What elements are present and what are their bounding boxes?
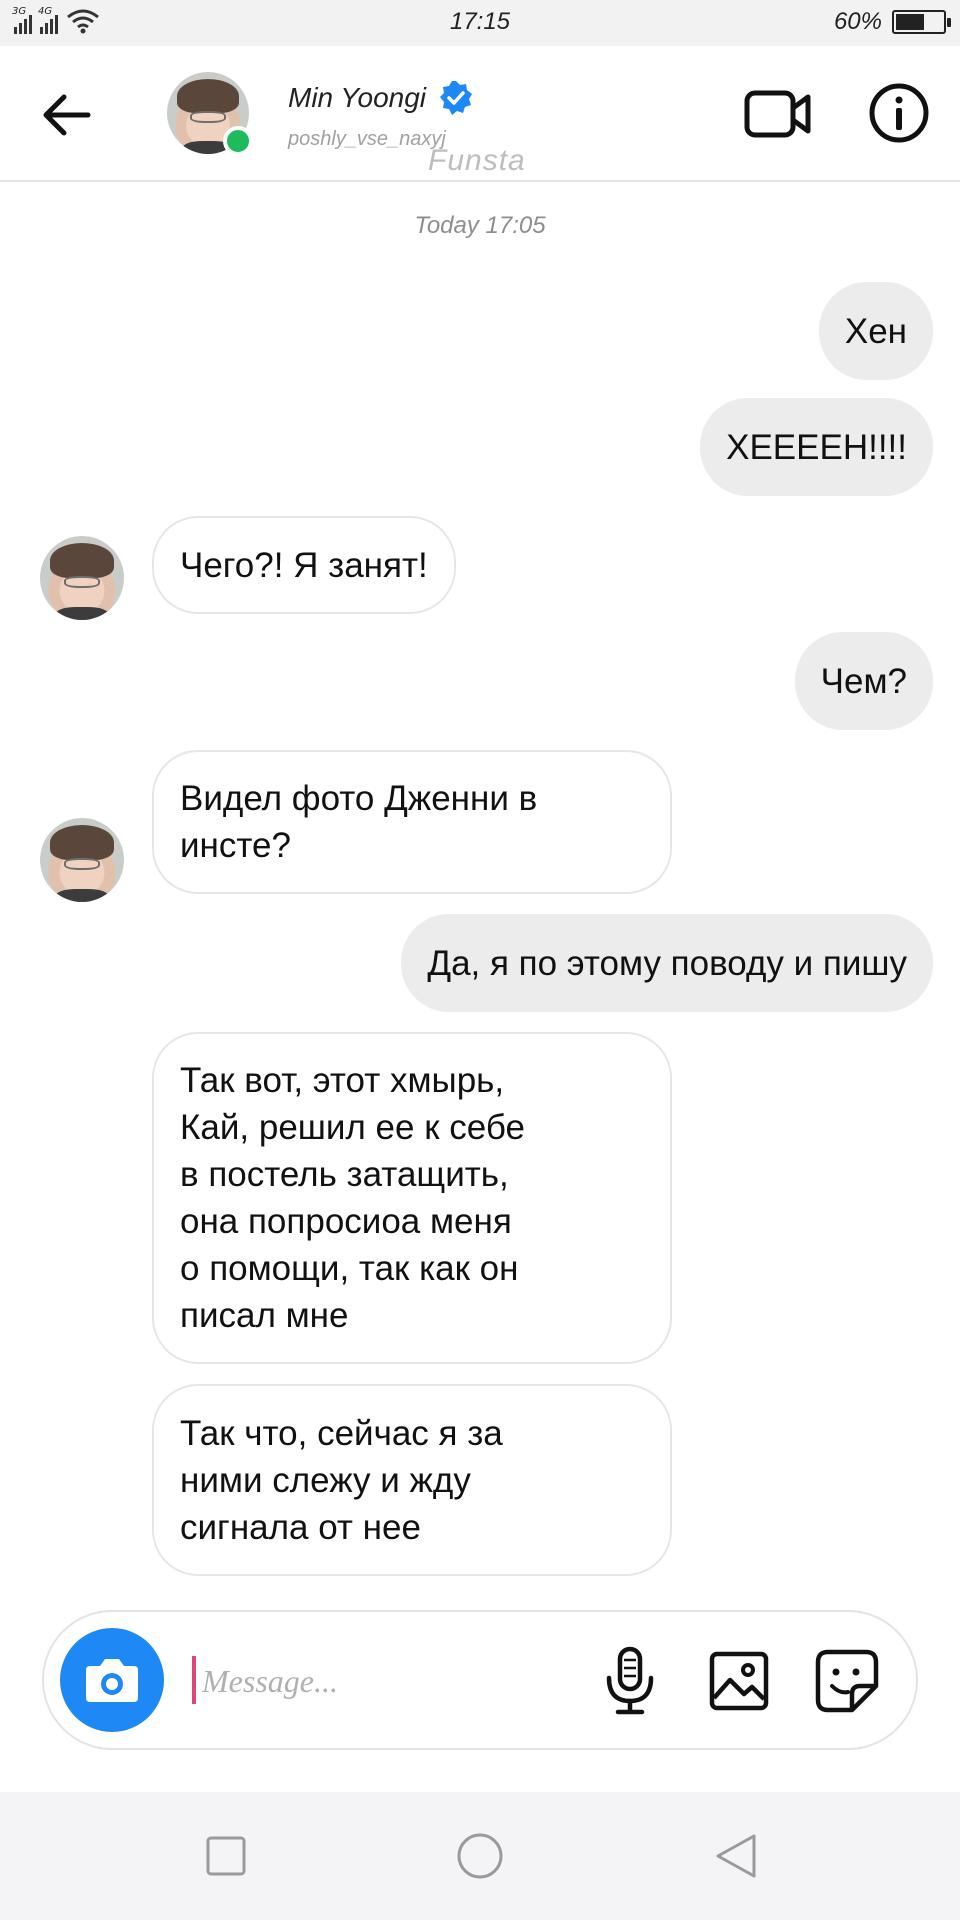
battery-fill [896, 14, 924, 30]
message-input[interactable] [192, 1650, 592, 1712]
message-line: писал мне [180, 1296, 349, 1335]
status-time: 17:15 [449, 8, 511, 35]
message-line: она попросиоа меня [180, 1202, 512, 1241]
microphone-icon[interactable] [600, 1646, 660, 1716]
message-line: в постель затащить, [180, 1155, 509, 1194]
sender-avatar[interactable] [40, 536, 124, 620]
message-line: Видел фото Дженни в [180, 779, 538, 818]
circle-icon[interactable] [456, 1832, 504, 1880]
battery-percent: 60% [833, 8, 882, 35]
message-bubble-incoming[interactable]: Чего?! Я занят! [152, 516, 456, 614]
message-bubble-incoming[interactable]: Так что, сейчас я за ними слежу и жду си… [152, 1384, 672, 1576]
message-text: ХЕЕЕЕН!!!! [726, 427, 907, 467]
battery-indicator: 60% [833, 8, 951, 36]
watermark-text: Funsta [428, 144, 526, 177]
message-text: Хен [844, 311, 907, 351]
status-bar: 3G 4G 17:15 60% [0, 0, 960, 46]
message-line: о помощи, так как он [180, 1249, 519, 1288]
message-bubble-outgoing[interactable]: Чем? [794, 632, 933, 730]
message-line: инсте? [180, 826, 291, 865]
arrow-left-icon[interactable] [38, 90, 94, 140]
video-camera-icon[interactable] [744, 86, 812, 142]
message-line: Кай, решил ее к себе [180, 1108, 525, 1147]
battery-icon [892, 10, 951, 34]
message-text: Чем? [820, 661, 907, 701]
message-composer [42, 1610, 918, 1750]
image-icon[interactable] [708, 1650, 770, 1712]
info-icon[interactable] [868, 82, 930, 144]
verified-badge-icon [440, 81, 473, 115]
square-icon[interactable] [202, 1832, 250, 1880]
contact-handle: poshly_vse_naxyj [288, 128, 446, 150]
message-line: ними слежу и жду [180, 1460, 471, 1500]
message-text: Так что, сейчас я за ними слежу и жду си… [180, 1410, 503, 1551]
chat-header: Min Yoongi poshly_vse_naxyj Funsta [0, 46, 960, 182]
message-text: Видел фото Дженни в инсте? [180, 775, 537, 869]
date-separator: Today 17:05 [414, 212, 546, 239]
online-status-dot [223, 126, 253, 156]
sender-avatar[interactable] [40, 818, 124, 902]
avatar[interactable] [167, 72, 253, 156]
message-text: Так вот, этот хмырь, Кай, решил ее к себ… [180, 1057, 525, 1339]
triangle-back-icon[interactable] [712, 1832, 760, 1880]
message-bubble-incoming[interactable]: Так вот, этот хмырь, Кай, решил ее к себ… [152, 1032, 672, 1364]
camera-button[interactable] [60, 1628, 164, 1732]
message-thread[interactable]: Today 17:05 Хен ХЕЕЕЕН!!!! Чего?! Я заня… [0, 184, 960, 1604]
contact-name-row[interactable]: Min Yoongi [288, 80, 474, 116]
camera-icon [86, 1659, 138, 1702]
sticker-icon[interactable] [814, 1648, 880, 1714]
message-line: Так вот, этот хмырь, [180, 1061, 505, 1100]
message-line: Так что, сейчас я за [180, 1413, 503, 1453]
message-bubble-outgoing[interactable]: Хен [818, 282, 933, 380]
message-text: Чего?! Я занят! [180, 545, 428, 585]
message-bubble-outgoing[interactable]: Да, я по этому поводу и пишу [401, 914, 933, 1012]
message-line: сигнала от нее [180, 1507, 421, 1547]
message-bubble-incoming[interactable]: Видел фото Дженни в инсте? [152, 750, 672, 894]
contact-name: Min Yoongi [288, 82, 427, 113]
message-bubble-outgoing[interactable]: ХЕЕЕЕН!!!! [700, 398, 933, 496]
message-text: Да, я по этому поводу и пишу [427, 943, 907, 983]
system-navigation-bar [0, 1792, 960, 1920]
